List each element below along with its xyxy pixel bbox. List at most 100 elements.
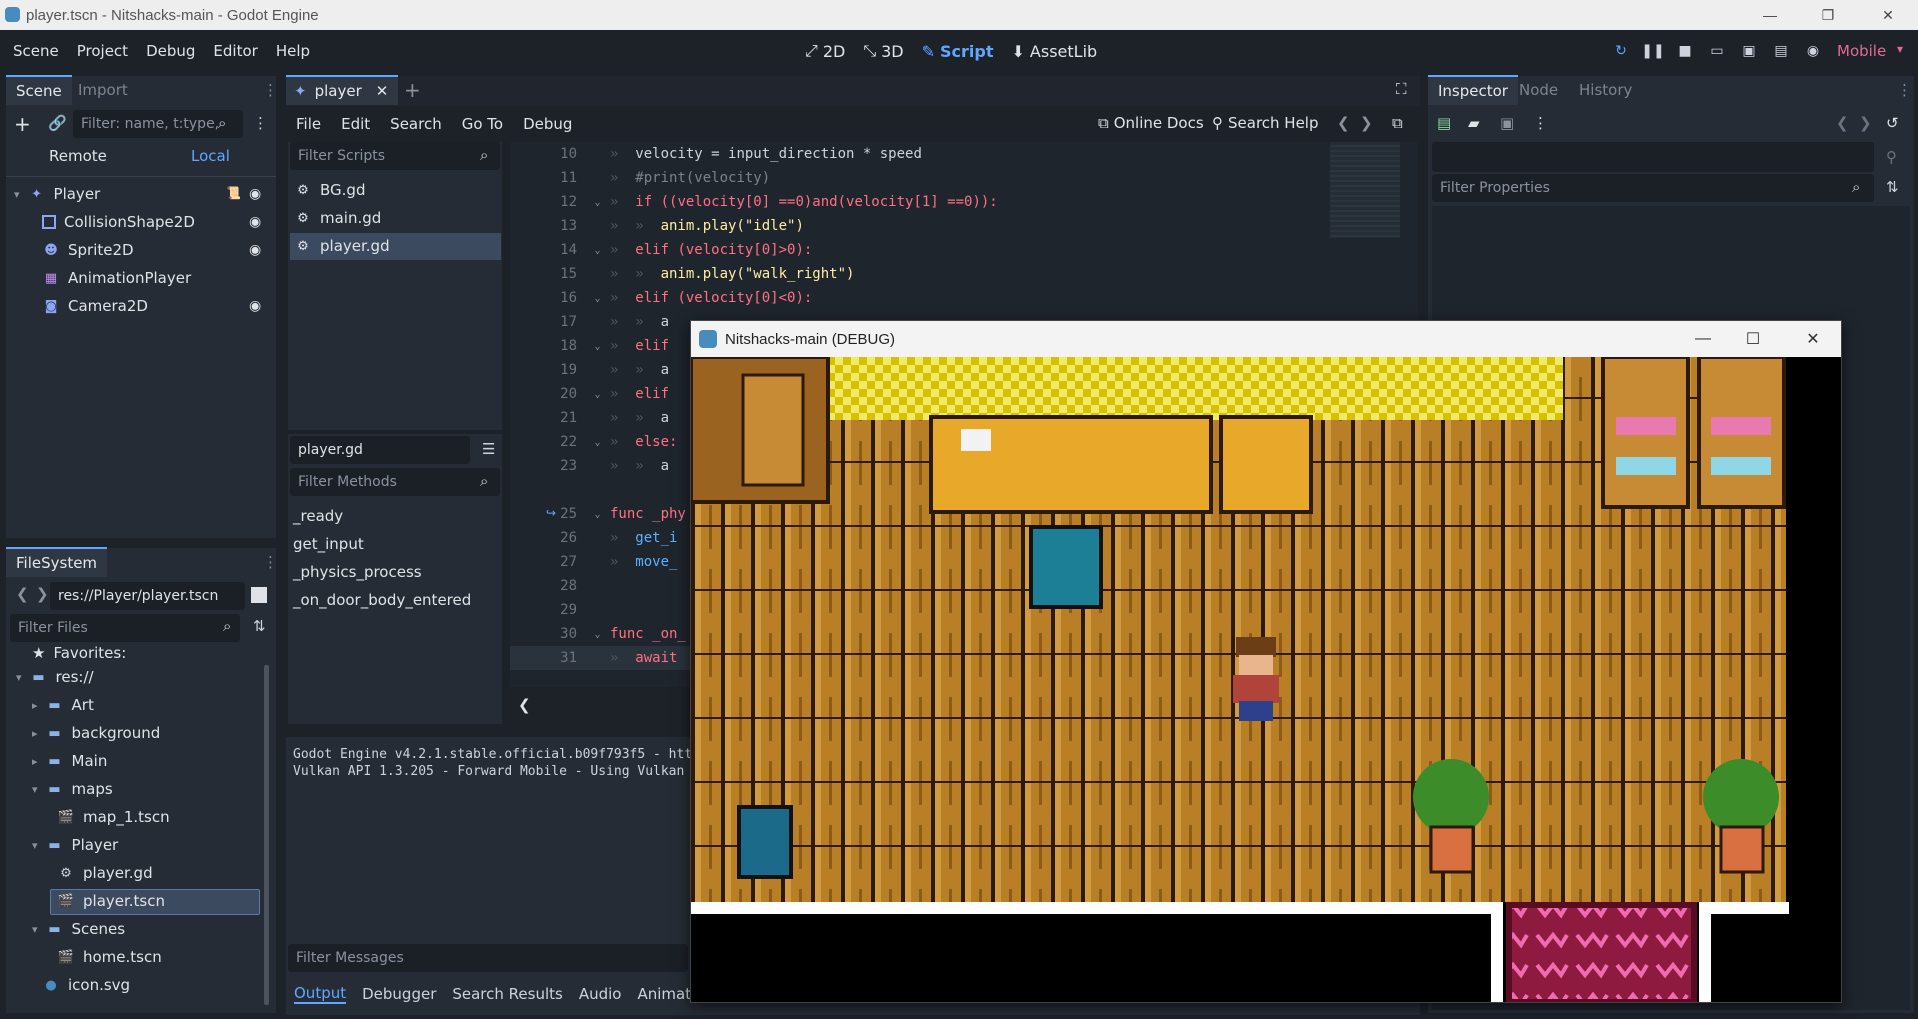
menu-help[interactable]: Help [267, 42, 319, 60]
history-forward-icon[interactable]: ❯ [1859, 114, 1872, 132]
dock-menu-icon[interactable]: ⋮ [1897, 81, 1912, 99]
open-folder-icon[interactable]: ▰ [1468, 114, 1480, 132]
workspace-2d-button[interactable]: ⤢ 2D [805, 41, 845, 61]
filter-settings-icon[interactable]: ⇅ [1886, 178, 1899, 196]
tab-search-results[interactable]: Search Results [452, 985, 562, 1003]
file-player-gd[interactable]: ⚙ player.gd [57, 859, 152, 887]
game-viewport[interactable] [691, 357, 1841, 1002]
sort-icon[interactable]: ⇅ [253, 617, 266, 635]
sort-methods-icon[interactable]: ☰ [482, 440, 495, 458]
link-icon[interactable]: 🔗 [48, 114, 67, 132]
filter-properties-input[interactable]: Filter Properties [1432, 174, 1874, 202]
object-search-icon[interactable]: ⚲ [1886, 148, 1897, 166]
visibility-icon[interactable]: ◉ [249, 242, 261, 258]
renderer-select[interactable]: Mobile [1837, 42, 1886, 60]
script-menu-search[interactable]: Search [390, 115, 442, 133]
file-home[interactable]: 🎬 home.tscn [57, 943, 162, 971]
save-icon[interactable]: ▣ [1500, 114, 1514, 132]
scene-node-sprite[interactable]: ☻ Sprite2D [42, 236, 133, 264]
local-tab[interactable]: Local [191, 147, 230, 165]
signal-connection-icon[interactable]: ↪ [546, 506, 556, 520]
search-help-button[interactable]: ⚲ Search Help [1212, 114, 1319, 132]
reload-icon[interactable]: ↻ [1605, 36, 1637, 66]
tab-scene[interactable]: Scene [6, 75, 72, 105]
menu-debug[interactable]: Debug [137, 42, 204, 60]
tab-debugger[interactable]: Debugger [362, 985, 436, 1003]
method-item[interactable]: _ready [293, 502, 343, 530]
add-node-icon[interactable]: + [14, 112, 31, 136]
menu-scene[interactable]: Scene [4, 42, 68, 60]
remote-tab[interactable]: Remote [49, 147, 107, 165]
file-player-tscn[interactable]: 🎬 player.tscn [57, 887, 165, 915]
folder-scenes[interactable]: ▾ ▬ Scenes [32, 915, 125, 943]
script-item-player[interactable]: ⚙ player.gd [294, 232, 389, 260]
more-icon[interactable]: ⋮ [253, 114, 268, 132]
play-scene-icon[interactable]: ▣ [1733, 36, 1765, 66]
tab-output[interactable]: Output [294, 984, 347, 1004]
tab-import[interactable]: Import [68, 75, 138, 105]
add-tab-icon[interactable]: + [404, 78, 421, 102]
method-item[interactable]: _on_door_body_entered [293, 586, 471, 614]
toggle-panel-icon[interactable]: ❮ [518, 696, 531, 714]
restore-icon[interactable]: ❐ [1808, 0, 1848, 30]
close-icon[interactable]: ✕ [376, 82, 389, 100]
path-field[interactable]: res://Player/player.tscn [50, 582, 245, 610]
code-minimap[interactable] [1330, 142, 1400, 238]
maximize-icon[interactable]: ☐ [1723, 321, 1783, 357]
history-back-icon[interactable]: ❮ [1337, 114, 1350, 132]
filesystem-scrollbar[interactable] [264, 665, 269, 1005]
visibility-icon[interactable]: ◉ [249, 298, 261, 314]
minimize-icon[interactable]: — [1750, 0, 1790, 30]
workspace-assetlib-button[interactable]: ⬇ AssetLib [1012, 42, 1098, 61]
dock-menu-icon[interactable]: ⋮ [263, 81, 278, 99]
close-icon[interactable]: ✕ [1783, 321, 1843, 357]
dock-menu-icon[interactable]: ⋮ [263, 553, 278, 571]
filter-methods-input[interactable]: Filter Methods [290, 468, 500, 496]
folder-maps[interactable]: ▾ ▬ maps [32, 775, 113, 803]
online-docs-button[interactable]: ⧉ Online Docs [1098, 114, 1204, 132]
tab-inspector[interactable]: Inspector [1428, 75, 1518, 105]
movie-maker-icon[interactable]: ◉ [1797, 36, 1829, 66]
method-item[interactable]: _physics_process [293, 558, 422, 586]
object-selector[interactable] [1432, 142, 1874, 172]
history-forward-icon[interactable]: ❯ [1360, 114, 1373, 132]
script-menu-goto[interactable]: Go To [462, 115, 503, 133]
object-history-icon[interactable]: ↺ [1886, 114, 1899, 132]
tab-node[interactable]: Node [1509, 75, 1568, 105]
scene-node-collisionshape[interactable]: CollisionShape2D [42, 208, 195, 236]
filesystem-filter-input[interactable]: Filter Files [10, 614, 240, 642]
folder-art[interactable]: ▸ ▬ Art [32, 691, 94, 719]
filter-scripts-input[interactable]: Filter Scripts [290, 142, 500, 170]
folder-main[interactable]: ▸ ▬ Main [32, 747, 107, 775]
stop-icon[interactable]: ■ [1669, 36, 1701, 66]
pause-icon[interactable]: ❚❚ [1637, 36, 1669, 66]
game-debug-window[interactable]: Nitshacks-main (DEBUG) — ☐ ✕ [690, 320, 1842, 1003]
tab-filesystem[interactable]: FileSystem [6, 547, 108, 577]
workspace-3d-button[interactable]: ⤡ 3D [863, 41, 903, 61]
file-map1[interactable]: 🎬 map_1.tscn [57, 803, 170, 831]
script-item-main[interactable]: ⚙ main.gd [294, 204, 381, 232]
method-item[interactable]: get_input [293, 530, 364, 558]
script-item-bg[interactable]: ⚙ BG.gd [294, 176, 365, 204]
folder-background[interactable]: ▸ ▬ background [32, 719, 160, 747]
visibility-icon[interactable]: ◉ [249, 186, 261, 202]
script-menu-file[interactable]: File [296, 115, 321, 133]
scene-node-animationplayer[interactable]: ▦ AnimationPlayer [42, 264, 191, 292]
play-custom-icon[interactable]: ▤ [1765, 36, 1797, 66]
visibility-icon[interactable]: ◉ [249, 214, 261, 230]
folder-root[interactable]: ▾ ▬ res:// [16, 663, 94, 691]
remote-debug-icon[interactable]: ▭ [1701, 36, 1733, 66]
forward-icon[interactable]: ❯ [36, 585, 49, 603]
menu-editor[interactable]: Editor [204, 42, 266, 60]
scene-node-camera[interactable]: ◙ Camera2D [42, 292, 148, 320]
workspace-script-button[interactable]: ✎ Script [922, 42, 994, 61]
folder-player[interactable]: ▾ ▬ Player [32, 831, 118, 859]
tab-player-scene[interactable]: ✦ player ✕ [286, 75, 399, 105]
more-icon[interactable]: ⋮ [1533, 114, 1548, 132]
float-window-icon[interactable]: ⧉ [1392, 114, 1403, 132]
filter-messages-input[interactable]: Filter Messages [288, 944, 688, 972]
tab-audio[interactable]: Audio [579, 985, 622, 1003]
close-icon[interactable]: ✕ [1868, 0, 1908, 30]
file-icon-svg[interactable]: ● icon.svg [42, 971, 130, 999]
scene-node-player[interactable]: ▾ ✦ Player [14, 180, 100, 208]
